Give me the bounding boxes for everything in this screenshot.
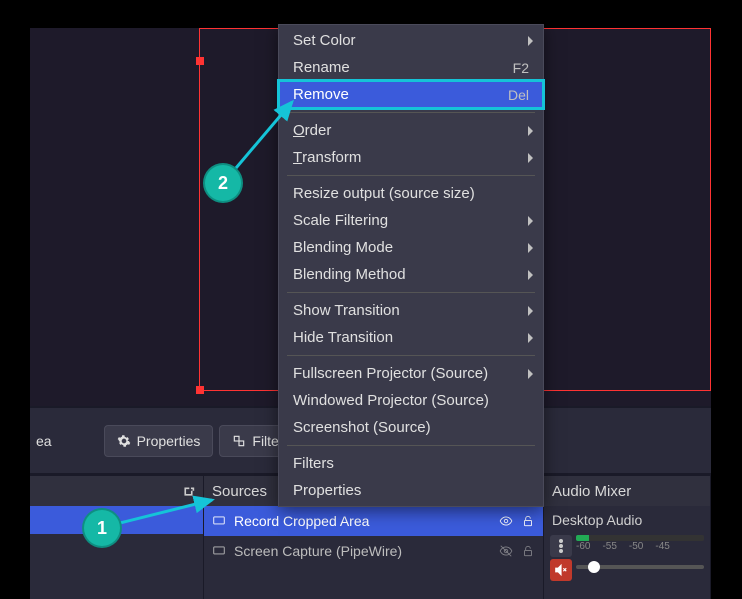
gear-icon <box>117 434 131 448</box>
menu-item-label: Scale Filtering <box>293 212 388 229</box>
annotation-arrow-2 <box>232 96 302 174</box>
properties-button-label: Properties <box>137 433 201 449</box>
source-row-record-cropped[interactable]: Record Cropped Area <box>204 506 543 536</box>
audio-slider-row <box>550 558 704 582</box>
source-row-screen-capture[interactable]: Screen Capture (PipeWire) <box>204 536 543 566</box>
menu-shortcut: F2 <box>513 60 529 76</box>
menu-item-transform[interactable]: Transform <box>279 144 543 171</box>
menu-item-show-transition[interactable]: Show Transition <box>279 297 543 324</box>
menu-item-label: Resize output (source size) <box>293 185 475 202</box>
menu-item-label: Set Color <box>293 32 356 49</box>
slider-thumb[interactable] <box>588 561 600 573</box>
menu-separator <box>287 292 535 293</box>
menu-separator <box>287 445 535 446</box>
menu-separator <box>287 112 535 113</box>
menu-item-properties[interactable]: Properties <box>279 477 543 504</box>
menu-item-label: Screenshot (Source) <box>293 419 431 436</box>
audio-mixer-panel: Audio Mixer Desktop Audio -60 -55 -50 -4… <box>544 476 711 599</box>
menu-item-windowed-projector-source-[interactable]: Windowed Projector (Source) <box>279 387 543 414</box>
display-icon <box>212 544 226 558</box>
chevron-right-icon <box>528 270 533 280</box>
menu-item-blending-mode[interactable]: Blending Mode <box>279 234 543 261</box>
menu-item-screenshot-source-[interactable]: Screenshot (Source) <box>279 414 543 441</box>
audio-track-row: -60 -55 -50 -45 <box>550 534 704 558</box>
source-row-label: Record Cropped Area <box>234 513 369 529</box>
menu-item-remove[interactable]: RemoveDel <box>279 81 543 108</box>
chevron-right-icon <box>528 306 533 316</box>
menu-separator <box>287 175 535 176</box>
chevron-right-icon <box>528 153 533 163</box>
tick-label: -45 <box>655 541 669 552</box>
lock-open-icon[interactable] <box>521 514 535 528</box>
speaker-muted-icon <box>554 563 568 577</box>
annotation-bubble-1: 1 <box>84 510 120 546</box>
menu-item-order[interactable]: Order <box>279 117 543 144</box>
menu-item-label: Blending Method <box>293 266 406 283</box>
chevron-right-icon <box>528 369 533 379</box>
eye-icon[interactable] <box>499 514 513 528</box>
audio-track-label: Desktop Audio <box>550 510 704 534</box>
annotation-bubble-2: 2 <box>205 165 241 201</box>
audio-meter: -60 -55 -50 -45 <box>576 535 704 557</box>
menu-item-label: Rename <box>293 59 350 76</box>
filters-icon <box>232 434 246 448</box>
menu-item-label: Filters <box>293 455 334 472</box>
menu-item-label: Hide Transition <box>293 329 393 346</box>
resize-handle-bottom-left[interactable] <box>196 386 204 394</box>
chevron-right-icon <box>528 216 533 226</box>
chevron-right-icon <box>528 243 533 253</box>
tick-label: -55 <box>602 541 616 552</box>
mute-button[interactable] <box>550 559 572 581</box>
menu-shortcut: Del <box>508 87 529 103</box>
menu-item-set-color[interactable]: Set Color <box>279 27 543 54</box>
audio-mixer-header: Audio Mixer <box>544 476 710 506</box>
chevron-right-icon <box>528 126 533 136</box>
menu-item-label: Blending Mode <box>293 239 393 256</box>
menu-item-hide-transition[interactable]: Hide Transition <box>279 324 543 351</box>
toolbar-fragment: ea <box>36 433 52 449</box>
track-menu-button[interactable] <box>550 535 572 557</box>
source-row-label: Screen Capture (PipeWire) <box>234 543 402 559</box>
menu-item-filters[interactable]: Filters <box>279 450 543 477</box>
kebab-icon <box>559 539 563 553</box>
menu-item-blending-method[interactable]: Blending Method <box>279 261 543 288</box>
menu-item-rename[interactable]: Rename F2 <box>279 54 543 81</box>
annotation-arrow-1 <box>112 494 222 528</box>
volume-slider[interactable] <box>576 565 704 569</box>
lock-open-icon[interactable] <box>521 544 535 558</box>
menu-separator <box>287 355 535 356</box>
audio-mixer-title: Audio Mixer <box>552 483 631 500</box>
menu-item-label: Show Transition <box>293 302 400 319</box>
menu-item-resize-output-source-size-[interactable]: Resize output (source size) <box>279 180 543 207</box>
eye-off-icon[interactable] <box>499 544 513 558</box>
tick-label: -60 <box>576 541 590 552</box>
chevron-right-icon <box>528 333 533 343</box>
properties-button[interactable]: Properties <box>104 425 214 457</box>
source-context-menu[interactable]: Set Color Rename F2 RemoveDel OrderTransform… <box>278 24 544 507</box>
menu-item-fullscreen-projector-source-[interactable]: Fullscreen Projector (Source) <box>279 360 543 387</box>
resize-handle-left[interactable] <box>196 57 204 65</box>
menu-item-label: Fullscreen Projector (Source) <box>293 365 488 382</box>
chevron-right-icon <box>528 36 533 46</box>
tick-label: -50 <box>629 541 643 552</box>
menu-item-label: Windowed Projector (Source) <box>293 392 489 409</box>
menu-item-scale-filtering[interactable]: Scale Filtering <box>279 207 543 234</box>
menu-item-label: Properties <box>293 482 361 499</box>
